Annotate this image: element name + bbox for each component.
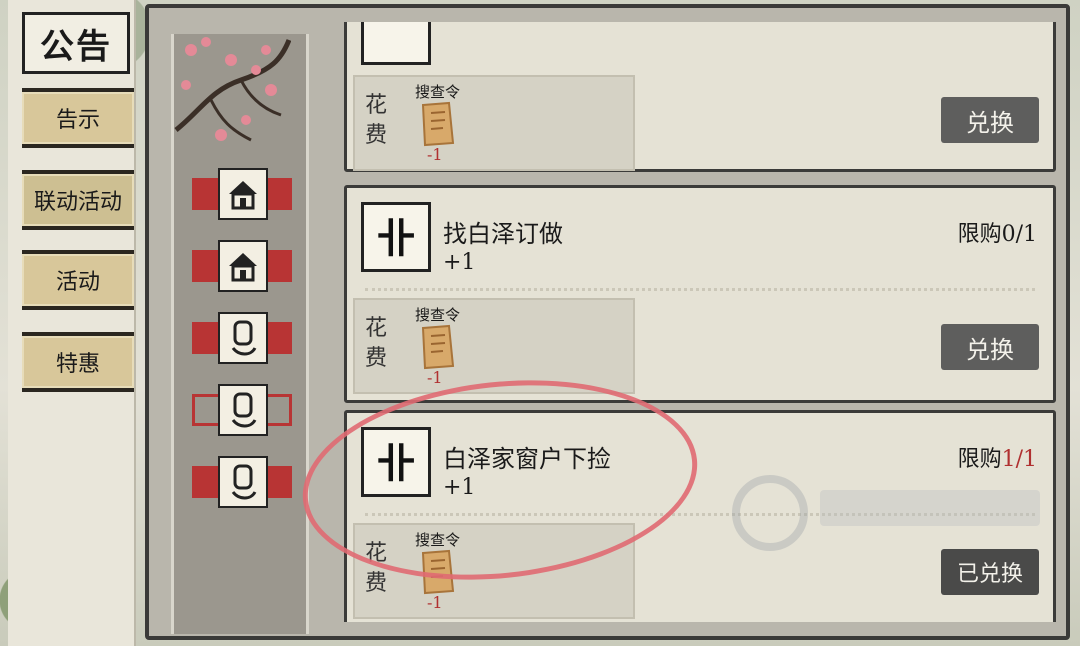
left-tab-column: 公告 告示 联动活动 活动 特惠 xyxy=(8,0,136,646)
divider xyxy=(365,513,1035,516)
item-quantity: +1 xyxy=(443,250,476,275)
paw-glyph-icon: 卝 xyxy=(376,441,416,485)
purchase-limit: 限购1/1 xyxy=(957,447,1037,472)
divider xyxy=(365,288,1035,291)
category-house-2[interactable] xyxy=(192,240,292,292)
bottle-icon xyxy=(231,464,257,500)
category-bottle-1[interactable] xyxy=(192,312,292,364)
svg-text:卝: 卝 xyxy=(376,216,416,260)
item-icon xyxy=(361,22,431,65)
plum-blossom-decoration xyxy=(174,37,291,142)
tab-special-offer[interactable]: 特惠 xyxy=(22,332,134,392)
exchanged-button[interactable]: 已兑换 xyxy=(941,549,1039,595)
item-name: 白泽家窗户下捡 xyxy=(443,445,611,473)
purchase-limit: 限购0/1 xyxy=(957,222,1037,247)
item-icon: 卝 xyxy=(361,202,431,272)
bottle-icon xyxy=(231,320,257,356)
paw-glyph-icon: 卝 xyxy=(376,216,416,260)
tab-collab-event[interactable]: 联动活动 xyxy=(22,170,134,230)
cost-item-name: 搜查令 xyxy=(415,531,461,549)
item-quantity: +1 xyxy=(443,475,476,500)
shop-frame: 花费 搜查令 -1 兑换 卝 找白泽订做 +1 限购0/1 花费 搜查令 -1 … xyxy=(145,4,1070,640)
exchange-button[interactable]: 兑换 xyxy=(941,97,1039,143)
category-bottle-3[interactable] xyxy=(192,456,292,508)
tab-notice[interactable]: 告示 xyxy=(22,88,134,148)
category-house-1[interactable] xyxy=(192,168,292,220)
item-icon: 卝 xyxy=(361,427,431,497)
search-warrant-icon xyxy=(421,549,455,595)
cost-label: 花费 xyxy=(364,541,387,596)
notice-title: 公告 xyxy=(22,12,130,74)
item-name: 找白泽订做 xyxy=(443,220,563,248)
tab-event[interactable]: 活动 xyxy=(22,250,134,310)
list-item: 卝 找白泽订做 +1 限购0/1 花费 搜查令 -1 兑换 xyxy=(344,185,1056,403)
cost-label: 花费 xyxy=(364,316,387,371)
list-item: 花费 搜查令 -1 兑换 xyxy=(344,22,1056,172)
list-item: 卝 白泽家窗户下捡 +1 限购1/1 花费 搜查令 -1 已兑换 xyxy=(344,410,1056,622)
cost-box: 花费 搜查令 -1 xyxy=(353,523,635,619)
bottle-icon xyxy=(231,392,257,428)
house-icon xyxy=(229,181,257,210)
cost-box: 花费 搜查令 -1 xyxy=(353,298,635,394)
svg-text:卝: 卝 xyxy=(376,441,416,485)
cost-amount: -1 xyxy=(427,593,443,612)
search-warrant-icon xyxy=(421,101,455,147)
exchange-list[interactable]: 花费 搜查令 -1 兑换 卝 找白泽订做 +1 限购0/1 花费 搜查令 -1 … xyxy=(334,22,1059,622)
cost-label: 花费 xyxy=(364,93,387,148)
cost-item-name: 搜查令 xyxy=(415,306,461,324)
cost-item-name: 搜查令 xyxy=(415,83,461,101)
search-warrant-icon xyxy=(421,324,455,370)
cost-amount: -1 xyxy=(427,145,443,164)
house-icon xyxy=(229,253,257,282)
exchange-button[interactable]: 兑换 xyxy=(941,324,1039,370)
cost-box: 花费 搜查令 -1 xyxy=(353,75,635,171)
category-bottle-2[interactable] xyxy=(192,384,292,436)
cost-amount: -1 xyxy=(427,368,443,387)
